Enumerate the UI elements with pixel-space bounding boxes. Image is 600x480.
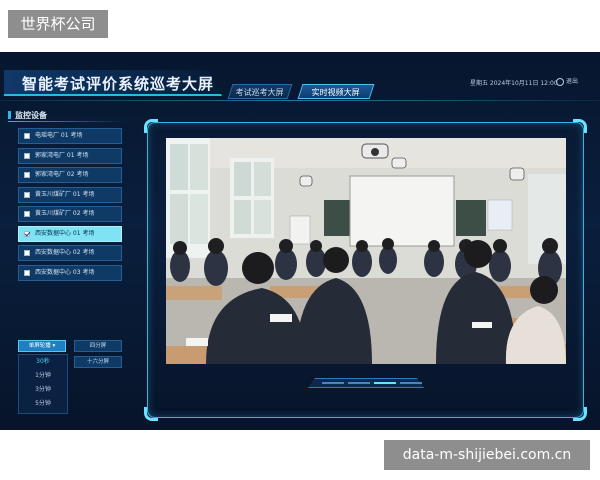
dashboard-screenshot: 智能考试评价系统巡考大屏 考试巡考大屏 实时视频大屏 星期五 2024年10月1… xyxy=(0,52,600,430)
header-divider xyxy=(0,100,600,101)
sixteen-split-button[interactable]: 十六分屏 xyxy=(74,356,122,368)
frame-corner xyxy=(573,119,587,133)
pager-dot-active[interactable] xyxy=(374,382,396,384)
checkbox[interactable] xyxy=(24,152,30,159)
single-rotate-dropdown[interactable]: 单屏轮播 ▾ xyxy=(18,340,66,352)
device-label: 郭家湾电厂 02 考场 xyxy=(35,171,89,178)
device-list: 电瑶电厂 01 考场 郭家湾电厂 01 考场 郭家湾电厂 02 考场 黄玉川煤矿… xyxy=(18,128,122,284)
frame-corner xyxy=(144,119,158,133)
checkbox[interactable] xyxy=(24,250,30,256)
device-item[interactable]: 西安数据中心 03 考场 xyxy=(18,264,122,281)
device-label: 黄玉川煤矿厂 01 考场 xyxy=(35,190,95,198)
layout-buttons: 单屏轮播 ▾ 四分屏 xyxy=(18,340,122,352)
checkbox[interactable] xyxy=(24,269,30,276)
device-item[interactable]: 郭家湾电厂 02 考场 xyxy=(18,167,122,183)
corp-tag: 世界杯公司 xyxy=(8,10,108,38)
exit-label: 退出 xyxy=(566,78,579,85)
panel-title: 监控设备 xyxy=(8,110,47,121)
pager-dot[interactable] xyxy=(348,382,370,384)
device-item[interactable]: 郭家湾电厂 01 考场 xyxy=(18,147,122,164)
interval-option[interactable]: 5分钟 xyxy=(19,397,67,411)
watermark: data-m-shijiebei.com.cn xyxy=(384,440,590,470)
frame-corner xyxy=(144,407,158,421)
pager-dot[interactable] xyxy=(400,382,422,384)
frame-corner xyxy=(573,407,587,421)
checkbox[interactable] xyxy=(24,191,30,198)
checkbox[interactable] xyxy=(24,172,30,178)
tab-exam-patrol[interactable]: 考试巡考大屏 xyxy=(227,84,293,99)
quad-split-button[interactable]: 四分屏 xyxy=(74,340,122,352)
checkbox[interactable] xyxy=(24,211,30,217)
interval-option[interactable]: 3分钟 xyxy=(19,383,67,397)
interval-option[interactable]: 1分钟 xyxy=(19,369,67,383)
classroom-video-feed[interactable] xyxy=(166,138,566,364)
pager-dot[interactable] xyxy=(322,382,344,384)
interval-dropdown-menu: 30秒 1分钟 3分钟 5分钟 xyxy=(18,354,68,414)
device-label: 电瑶电厂 01 考场 xyxy=(35,132,83,139)
device-item[interactable]: 西安数据中心 02 考场 xyxy=(18,245,122,261)
device-item[interactable]: 黄玉川煤矿厂 01 考场 xyxy=(18,186,122,203)
device-label: 西安数据中心 01 考场 xyxy=(35,229,95,237)
exit-button[interactable]: 退出 xyxy=(556,76,578,86)
device-label: 西安数据中心 02 考场 xyxy=(35,249,95,256)
page-title: 智能考试评价系统巡考大屏 xyxy=(22,75,215,93)
device-item-selected[interactable]: 西安数据中心 01 考场 xyxy=(18,225,122,242)
header-datetime: 星期五 2024年10月11日 12:00 xyxy=(470,80,558,87)
checkbox[interactable] xyxy=(24,133,30,139)
video-pager xyxy=(308,378,424,388)
tab-realtime-video-label: 实时视频大屏 xyxy=(311,88,360,97)
device-label: 西安数据中心 03 考场 xyxy=(35,268,95,276)
device-label: 郭家湾电厂 01 考场 xyxy=(35,151,89,159)
classroom-scene-image xyxy=(166,138,566,364)
power-icon xyxy=(556,77,564,86)
device-item[interactable]: 电瑶电厂 01 考场 xyxy=(18,128,122,144)
tab-realtime-video[interactable]: 实时视频大屏 xyxy=(297,84,375,99)
panel-title-underline xyxy=(8,121,128,122)
interval-option[interactable]: 30秒 xyxy=(19,355,67,369)
device-label: 黄玉川煤矿厂 02 考场 xyxy=(35,210,95,217)
page: 世界杯公司 智能考试评价系统巡考大屏 考试巡考大屏 实时视频大屏 星期五 202… xyxy=(0,0,600,480)
checkbox-checked[interactable] xyxy=(24,230,30,237)
device-item[interactable]: 黄玉川煤矿厂 02 考场 xyxy=(18,206,122,222)
tab-exam-patrol-label: 考试巡考大屏 xyxy=(235,88,284,97)
